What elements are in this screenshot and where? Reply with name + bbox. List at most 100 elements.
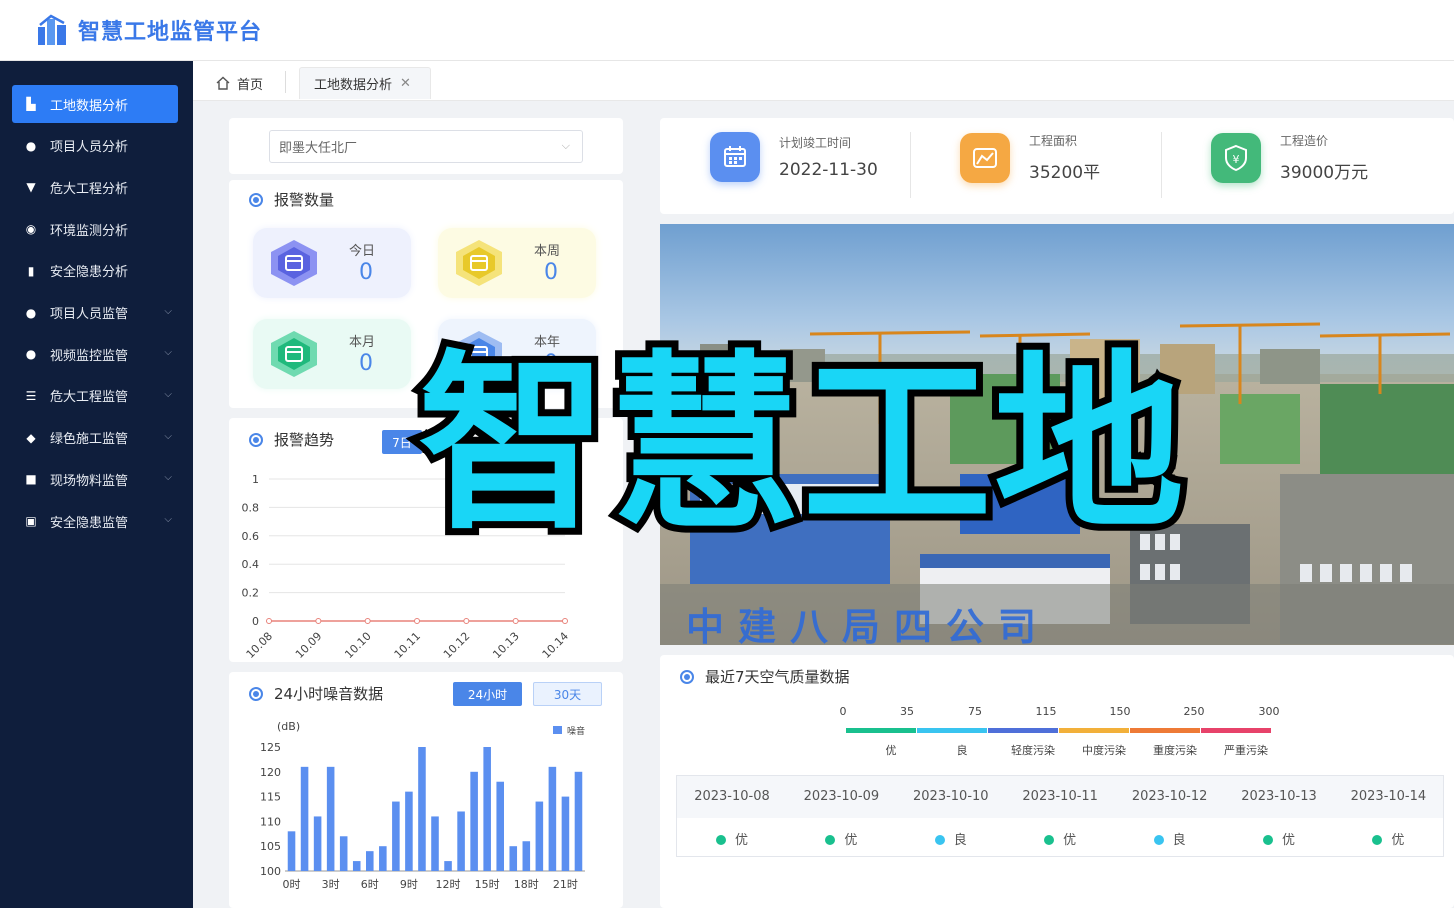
alarm-box: 本周 0 [438,228,596,298]
sidebar-item-2[interactable]: ▼ 危大工程分析 [12,168,178,206]
x-tick-label: 10.11 [392,630,423,661]
noise-bar [405,791,413,871]
divider [1161,132,1162,198]
aq-level-label: 严重污染 [1224,743,1268,757]
logo[interactable]: 智慧工地监管平台 [36,13,262,47]
aq-date: 2023-10-10 [913,789,989,804]
y-tick-label: 0 [252,615,259,628]
noise-bar [366,851,374,871]
alarm-box-value: 0 [359,260,373,285]
noise-bar [496,781,504,871]
aq-level-bar [988,728,1058,733]
close-icon[interactable]: ✕ [400,76,411,91]
tab-home[interactable]: 首页 [215,67,263,99]
sidebar-item-3[interactable]: ◉ 环境监测分析 [12,210,178,248]
air-quality-table: 2023-10-08 优 2023-10-09 优 2023-10-10 良 2023-10… [676,775,1444,857]
x-tick-label: 0时 [283,878,301,891]
site-select-value: 即墨大任北厂 [279,141,358,156]
aq-scale-value: 75 [968,705,982,718]
status-dot-icon [1372,835,1383,845]
status-dot-icon [934,835,945,845]
sidebar-item-label: 安全隐患监管 [50,515,129,531]
shield-icon: ◆ [26,430,36,445]
alarm-box-label: 本周 [534,244,561,259]
divider [910,132,911,198]
aq-scale-value: 150 [1110,705,1131,718]
aq-level: 良 [1115,829,1225,848]
chevron-down-icon: ⌵ [164,430,172,442]
trend-point [414,618,420,624]
alarm-count-title: 报警数量 [249,189,334,210]
leaf-icon: ◉ [25,222,37,237]
target-icon [680,669,694,684]
camera-icon: ● [25,347,37,362]
sidebar-item-label: 危大工程监管 [50,390,129,406]
noise-bar [483,747,491,871]
y-tick-label: 0.4 [242,558,260,571]
sidebar-item-label: 危大工程分析 [50,181,129,197]
status-dot-icon [825,835,836,845]
sidebar-item-5[interactable]: ● 项目人员监管 ⌵ [12,294,178,332]
site-select-card: 即墨大任北厂 ⌵ [229,118,623,174]
aq-level-text: 优 [1281,833,1295,848]
aq-scale-value: 250 [1184,705,1205,718]
alarm-count-title-text: 报警数量 [274,191,335,209]
sidebar-item-1[interactable]: ● 项目人员分析 [12,127,178,165]
noise-bar [352,861,361,871]
stack-icon: ☰ [25,388,37,403]
money-shield-icon: ¥ [1211,132,1261,183]
sidebar-item-9[interactable]: ■ 现场物料监管 ⌵ [12,460,178,498]
aq-level-label: 优 [886,744,897,757]
trend-point [463,618,470,624]
alarm-box-label: 本月 [349,335,376,350]
air-quality-title: 最近7天空气质量数据 [680,666,850,687]
aq-scale-value: 35 [900,705,914,718]
y-tick-label: 125 [260,741,281,754]
aq-level: 优 [677,829,787,848]
noise-bar [470,771,478,871]
aq-date: 2023-10-08 [694,789,770,804]
photo-caption: 中建八局四公司 [686,605,1051,645]
status-dot-icon [1262,835,1273,845]
site-select[interactable]: 即墨大任北厂 ⌵ [269,130,583,163]
chevron-down-icon: ⌵ [164,514,172,525]
sidebar-item-0[interactable]: ▙ 工地数据分析 [12,85,178,123]
aq-level-text: 良 [1172,833,1186,848]
alarm-box-label: 今日 [349,244,376,259]
alarm-hex-icon [271,240,317,286]
x-tick-label: 10.13 [490,630,521,661]
sidebar-item-10[interactable]: ▣ 安全隐患监管 ⌵ [12,502,178,540]
aq-level-bar [1059,728,1129,733]
sidebar-item-8[interactable]: ◆ 绿色施工监管 ⌵ [12,419,178,457]
sidebar-item-6[interactable]: ● 视频监控监管 ⌵ [12,335,178,373]
noise-bar [379,846,387,871]
aq-level-bar [1201,728,1271,733]
sidebar-item-4[interactable]: ▮ 安全隐患分析 [12,252,178,290]
aq-scale-value: 0 [840,705,847,718]
info-item: 工程面积 35200平 [960,132,1100,183]
sidebar-item-label: 项目人员分析 [50,140,129,156]
sidebar-item-7[interactable]: ☰ 危大工程监管 ⌵ [12,377,178,415]
legend-label: 噪音 [567,725,585,737]
lock-icon: ▣ [25,514,37,528]
aq-level-bar [1130,728,1200,733]
y-tick-label: 0.2 [242,587,260,600]
sidebar: ▙ 工地数据分析 ● 项目人员分析 ▼ 危大工程分析 ◉ 环境监测分析 ▮ 安全隐患分析 ● 项目人员… [0,61,193,908]
x-tick-label: 10.10 [342,630,373,661]
aq-level-label: 重度污染 [1153,743,1197,757]
status-dot-icon [1044,835,1055,845]
sidebar-item-label: 项目人员监管 [50,307,129,322]
tab-site-analysis-label: 工地数据分析 [314,78,393,93]
sidebar-item-label: 环境监测分析 [50,223,129,239]
sidebar-item-label: 现场物料监管 [50,473,129,489]
trend-point [266,618,272,624]
aq-level-label: 良 [957,743,968,757]
noise-bar [574,771,583,871]
x-tick-label: 10.12 [441,630,472,661]
alarm-hex-icon [456,240,502,286]
noise-bar [535,801,544,871]
x-tick-label: 10.09 [293,630,324,661]
chevron-down-icon: ⌵ [561,139,570,152]
info-value: 2022-11-30 [779,160,878,180]
tab-site-analysis[interactable]: 工地数据分析 ✕ [299,67,431,99]
